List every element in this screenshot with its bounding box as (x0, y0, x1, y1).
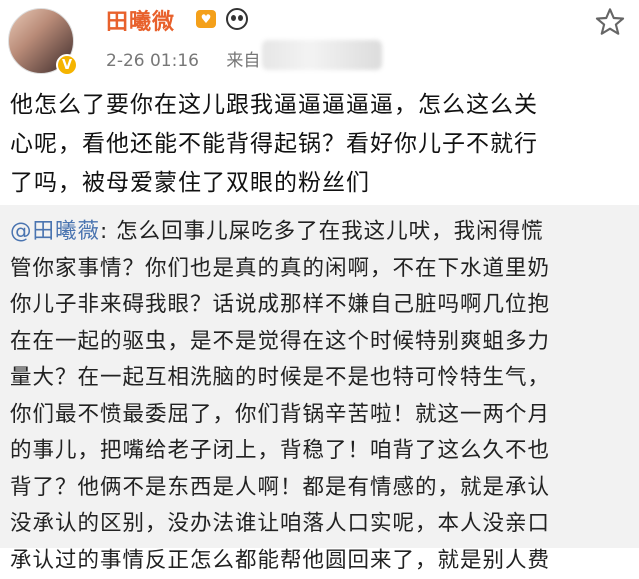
repost-line: 在在一起的驱虫，是不是觉得在这个时候特别爽蛆多力 (10, 324, 634, 361)
repost-line: @田曦薇: 怎么回事儿屎吃多了在我这儿吠，我闲得慌 (10, 214, 634, 251)
repost-body: @田曦薇: 怎么回事儿屎吃多了在我这儿吠，我闲得慌 管你家事情？你们也是真的真的… (10, 214, 634, 579)
post-line: 他怎么了要你在这儿跟我逼逼逼逼逼，怎么这么关 (10, 86, 630, 125)
repost-line: 没承认的区别，没办法谁让咱落人口实呢，本人没亲口 (10, 506, 634, 543)
source-label: 来自 (226, 51, 260, 71)
repost-line: 背了？他俩不是东西是人啊！都是有情感的，就是承认 (10, 470, 634, 507)
avatar-wrap[interactable]: V (8, 8, 74, 74)
post-line: 了吗，被母爱蒙住了双眼的粉丝们 (10, 164, 630, 203)
verified-badge-icon: V (56, 54, 78, 76)
username[interactable]: 田曦微 (106, 4, 175, 36)
repost-line: 你儿子非来碍我眼？话说成那样不嫌自己脏吗啊几位抱 (10, 287, 634, 324)
timestamp: 2-26 01:16 (106, 51, 199, 71)
post-header: V 田曦微 ♥ 2-26 01:16 来自 (0, 0, 639, 78)
repost-line: 量大？在一起互相洗脑的时候是不是也特可怜特生气， (10, 360, 634, 397)
repost-line: 你们最不愤最委屈了，你们背锅辛苦啦！就这一两个月 (10, 397, 634, 434)
post-meta: 2-26 01:16 来自 (106, 46, 260, 71)
repost-first-line: : 怎么回事儿屎吃多了在我这儿吠，我闲得慌 (100, 219, 544, 244)
blurred-source (262, 40, 382, 70)
post-line: 心呢，看他还能不能背得起锅？看好你儿子不就行 (10, 125, 630, 164)
repost-line: 管你家事情？你们也是真的真的闲啊，不在下水道里奶 (10, 251, 634, 288)
mention-link[interactable]: @田曦薇 (10, 219, 100, 244)
star-icon[interactable] (594, 6, 626, 38)
post-body: 他怎么了要你在这儿跟我逼逼逼逼逼，怎么这么关 心呢，看他还能不能背得起锅？看好你… (10, 86, 630, 203)
heart-badge-icon[interactable]: ♥ (196, 10, 216, 28)
repost-line: 的事儿，把嘴给老子闭上，背稳了！咱背了这么久不也 (10, 433, 634, 470)
panda-badge-icon[interactable] (226, 8, 248, 30)
